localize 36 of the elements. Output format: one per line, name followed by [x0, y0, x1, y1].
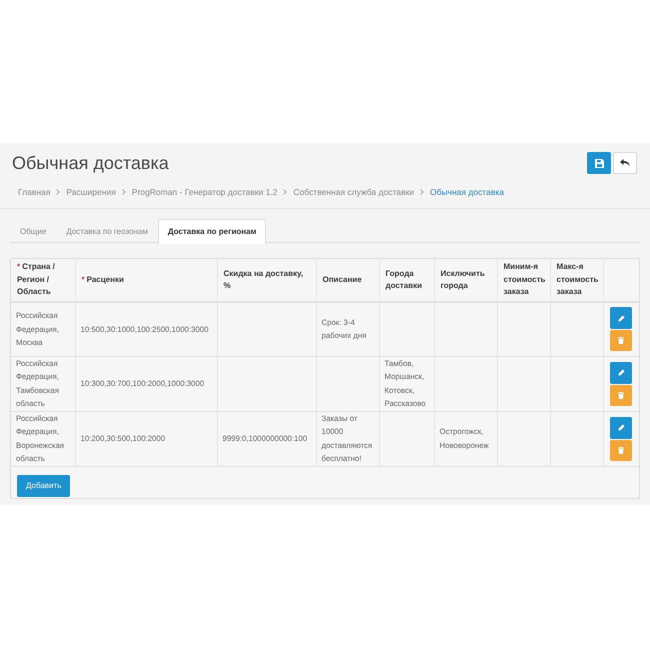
trash-icon [618, 446, 624, 454]
column-header: Скидка на доставку, % [217, 259, 316, 302]
add-button[interactable]: Добавить [17, 474, 70, 496]
trash-icon [618, 392, 624, 398]
undo-arrow-icon [620, 159, 630, 167]
column-header: Миним-я стоимость заказа [497, 259, 550, 302]
chevron-icon [56, 189, 60, 195]
column-header: Исключить города [434, 259, 497, 302]
column-header: Описание [316, 259, 379, 302]
breadcrumb-link[interactable]: Расширения [66, 186, 116, 198]
column-header: * Страна / Регион / Область [11, 259, 75, 302]
pencil-icon [618, 314, 625, 322]
pencil-icon [618, 369, 625, 376]
breadcrumb-link[interactable]: Обычная доставка [430, 186, 504, 198]
edit-button[interactable] [610, 307, 632, 330]
column-header: * Расценки [75, 259, 217, 302]
delete-button[interactable] [610, 440, 632, 460]
breadcrumb-link[interactable]: Главная [18, 186, 50, 198]
edit-button[interactable] [610, 362, 632, 384]
chevron-icon [122, 189, 126, 195]
chevron-icon [283, 189, 288, 195]
breadcrumb-link[interactable]: ProgRoman - Генератор доставки 1.2 [132, 186, 278, 198]
column-header: Города доставки [379, 259, 434, 302]
trash-icon [618, 337, 624, 344]
pencil-icon [618, 424, 625, 431]
breadcrumb-link[interactable]: Собственная служба доставки [293, 186, 414, 198]
tab[interactable]: Общие [10, 219, 56, 244]
delete-button[interactable] [610, 384, 632, 406]
tab[interactable]: Доставка по регионам [158, 219, 266, 244]
page-title: Обычная доставка [12, 152, 169, 174]
tab[interactable]: Доставка по геозонам [56, 219, 158, 244]
delete-button[interactable] [610, 330, 632, 352]
chevron-icon [420, 189, 424, 195]
back-button[interactable] [613, 152, 637, 174]
edit-button[interactable] [610, 416, 632, 438]
column-header: Макс-я стоимость заказа [550, 259, 603, 302]
